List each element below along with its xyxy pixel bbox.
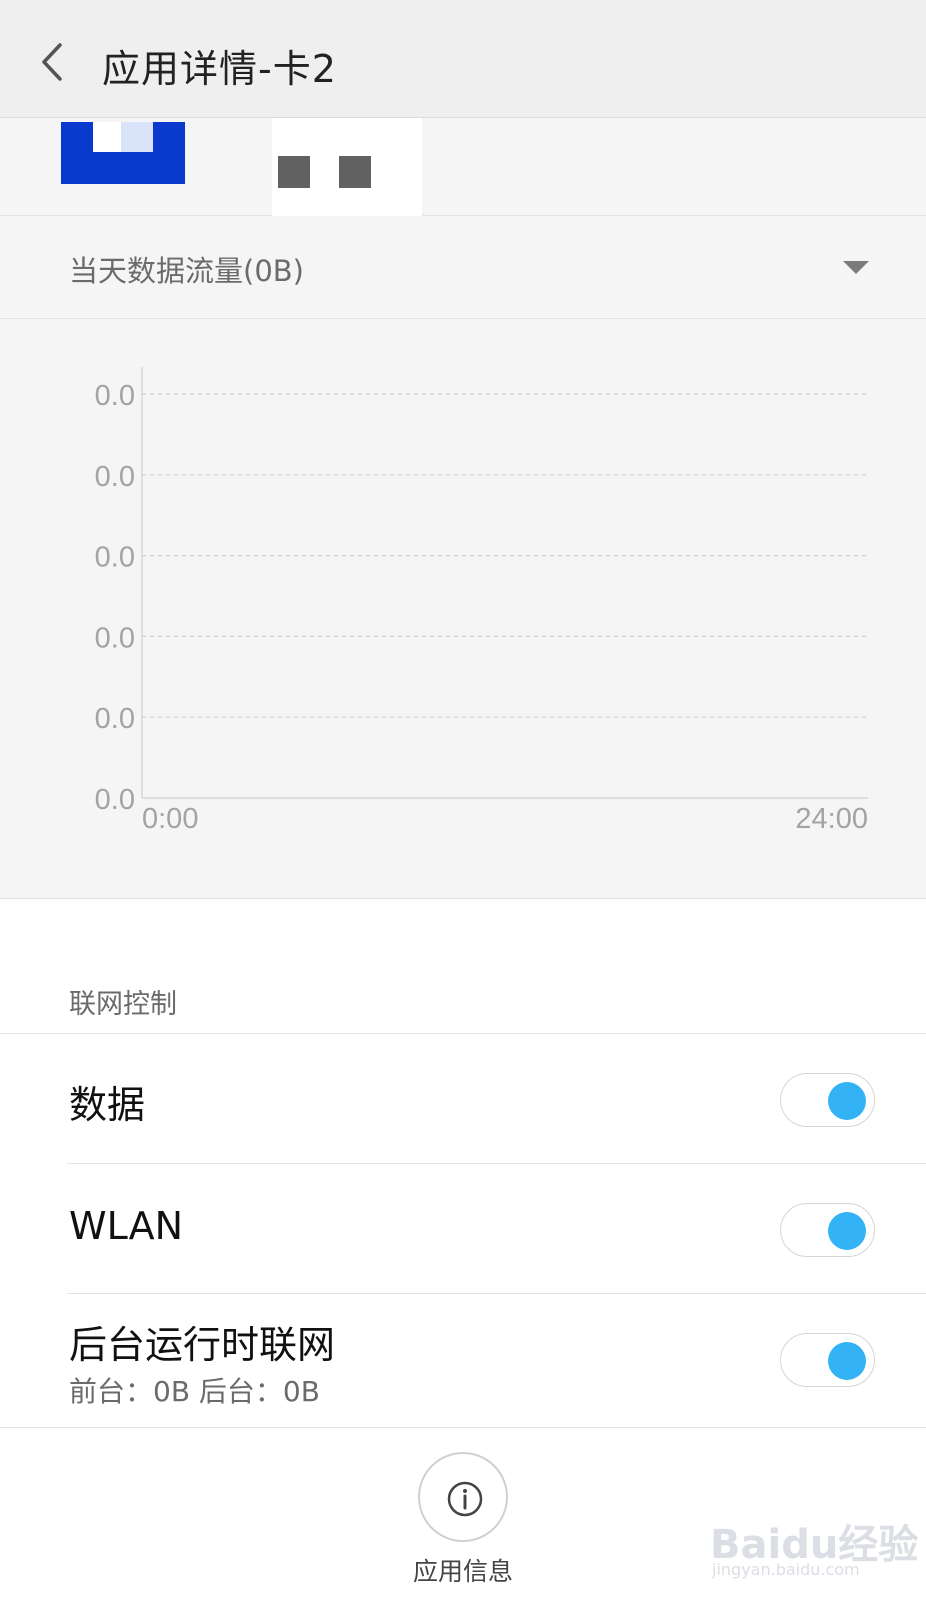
- watermark-url: jingyan.baidu.com: [712, 1560, 860, 1579]
- watermark: Baidu经验 jingyan.baidu.com: [710, 1500, 918, 1590]
- triangle-down-icon: [843, 261, 869, 274]
- app-header: [0, 118, 926, 216]
- y-tick-label: 0.0: [95, 542, 135, 574]
- usage-range-selector[interactable]: 当天数据流量(0B): [0, 216, 926, 319]
- y-tick-label: 0.0: [95, 380, 135, 412]
- app-info-label: 应用信息: [412, 1557, 513, 1586]
- page-title: 应用详情-卡2: [102, 47, 337, 91]
- setting-row-wlan[interactable]: WLAN: [0, 1164, 926, 1294]
- app-name-redacted: [272, 118, 422, 216]
- back-button[interactable]: [34, 40, 74, 84]
- toggle-knob: [828, 1082, 866, 1120]
- app-icon: [61, 122, 185, 184]
- top-bar: 应用详情-卡2: [0, 0, 926, 118]
- setting-label: 数据: [69, 1083, 146, 1127]
- background-network-toggle[interactable]: [780, 1333, 875, 1387]
- y-tick-label: 0.0: [95, 703, 135, 735]
- usage-chart: 0.0 0.0 0.0 0.0 0.0 0.0 0:00 24:00: [0, 319, 926, 899]
- toggle-knob: [828, 1342, 866, 1380]
- x-tick-label: 24:00: [795, 803, 868, 835]
- usage-range-label: 当天数据流量(0B): [69, 254, 304, 288]
- section-title-network-control: 联网控制: [69, 989, 177, 1020]
- setting-sub-label: 前台：0B 后台：0B: [69, 1375, 320, 1408]
- setting-row-background-network[interactable]: 后台运行时联网 前台：0B 后台：0B: [0, 1294, 926, 1424]
- data-toggle[interactable]: [780, 1073, 875, 1127]
- info-circle-icon: [447, 1481, 483, 1517]
- setting-row-data[interactable]: 数据: [0, 1034, 926, 1164]
- y-tick-label: 0.0: [95, 784, 135, 816]
- wlan-toggle[interactable]: [780, 1203, 875, 1257]
- app-info-button[interactable]: [418, 1452, 508, 1542]
- y-tick-label: 0.0: [95, 461, 135, 493]
- x-tick-label: 0:00: [142, 803, 198, 835]
- setting-label: 后台运行时联网: [69, 1323, 336, 1367]
- y-tick-label: 0.0: [95, 622, 135, 654]
- toggle-knob: [828, 1212, 866, 1250]
- setting-label: WLAN: [69, 1204, 184, 1248]
- bottom-divider: [0, 1427, 926, 1428]
- chevron-left-icon: [42, 43, 62, 81]
- usage-chart-svg: 0.00.00.00.00.00.00:00 24:00: [95, 367, 868, 835]
